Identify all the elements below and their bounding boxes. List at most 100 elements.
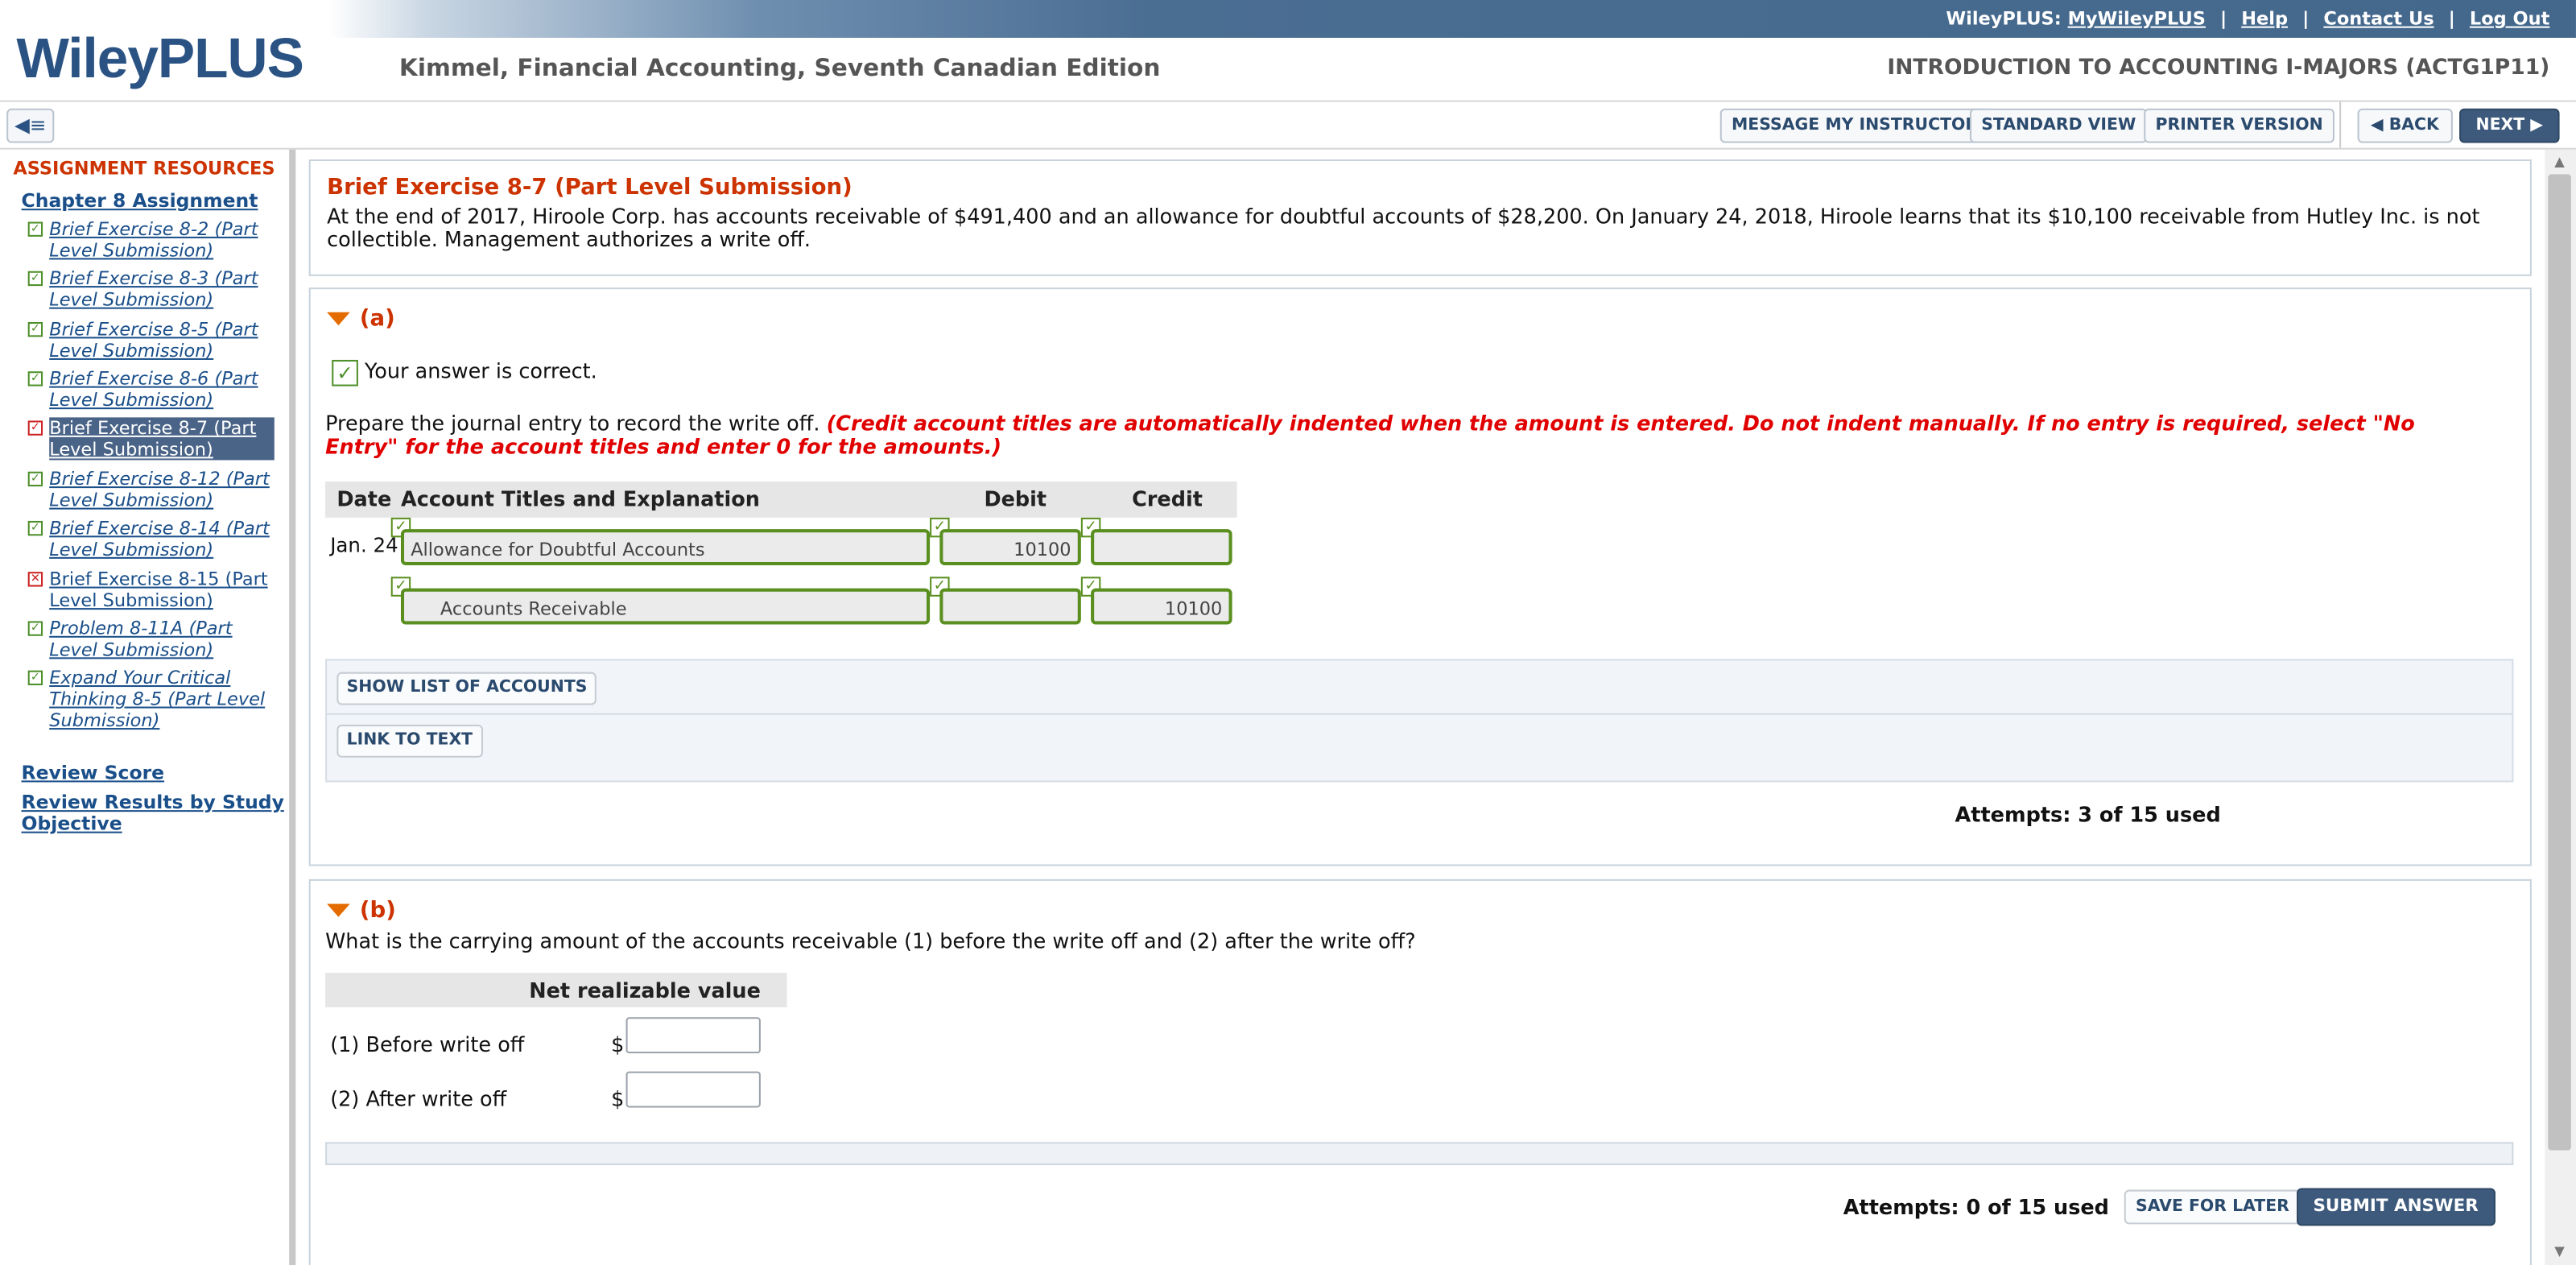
- sidebar-item-be-8-7[interactable]: ✓ Brief Exercise 8-7 (Part Level Submiss…: [27, 417, 275, 461]
- prompt-text: Prepare the journal entry to record the …: [325, 411, 820, 436]
- before-write-off-label: (1) Before write off: [330, 1031, 525, 1057]
- header-divider: [0, 100, 2576, 102]
- next-label: NEXT: [2475, 116, 2525, 135]
- entry-date: Jan. 24: [330, 534, 398, 557]
- link-separator: |: [2302, 8, 2310, 30]
- exercise-text: At the end of 2017, Hiroole Corp. has ac…: [327, 204, 2480, 252]
- show-list-of-accounts-button[interactable]: SHOW LIST OF ACCOUNTS: [336, 672, 597, 705]
- sidebar-item-be-8-12[interactable]: ✓ Brief Exercise 8-12 (Part Level Submis…: [27, 469, 275, 511]
- back-button[interactable]: ◀ BACK: [2357, 108, 2453, 143]
- log-out-link[interactable]: Log Out: [2470, 8, 2549, 30]
- submit-answer-button[interactable]: SUBMIT ANSWER: [2297, 1188, 2496, 1226]
- check-icon: ✓: [27, 321, 43, 337]
- col-debit: Debit: [984, 486, 1047, 511]
- course-title: INTRODUCTION TO ACCOUNTING I-MAJORS (ACT…: [1887, 56, 2550, 81]
- currency-symbol: $: [611, 1085, 625, 1111]
- credit-field[interactable]: 10100: [1091, 588, 1232, 625]
- part-a-header[interactable]: (a): [327, 305, 395, 333]
- chapter-assignment-link[interactable]: Chapter 8 Assignment: [22, 189, 258, 213]
- sidebar-item-label[interactable]: Expand Your Critical Thinking 8-5 (Part …: [49, 668, 275, 732]
- scrollbar-thumb[interactable]: [2548, 174, 2571, 1151]
- mywileyplus-link[interactable]: MyWileyPLUS: [2068, 8, 2206, 30]
- check-icon: ✓: [27, 371, 43, 387]
- tools-bar: SHOW LIST OF ACCOUNTS: [325, 659, 2514, 717]
- credit-field[interactable]: [1091, 529, 1232, 566]
- exercise-title: Brief Exercise 8-7 (Part Level Submissio…: [327, 174, 852, 200]
- caret-left-icon: ◀: [2370, 116, 2384, 135]
- check-icon: ✓: [27, 520, 43, 536]
- next-button[interactable]: NEXT ▶: [2459, 108, 2560, 143]
- account-title-field[interactable]: Allowance for Doubtful Accounts: [400, 529, 931, 566]
- sidebar-item-label[interactable]: Problem 8-11A (Part Level Submission): [49, 618, 275, 660]
- sidebar-item-p-8-11a[interactable]: ✓ Problem 8-11A (Part Level Submission): [27, 618, 275, 660]
- sidebar-item-label[interactable]: Brief Exercise 8-12 (Part Level Submissi…: [49, 469, 275, 511]
- collapse-triangle-icon: [327, 903, 350, 917]
- account-title-field[interactable]: Accounts Receivable: [400, 588, 931, 625]
- sidebar-item-label[interactable]: Brief Exercise 8-6 (Part Level Submissio…: [49, 368, 275, 411]
- debit-field[interactable]: 10100: [939, 529, 1081, 566]
- sidebar-item-be-8-5[interactable]: ✓ Brief Exercise 8-5 (Part Level Submiss…: [27, 319, 275, 362]
- collapse-triangle-icon: [327, 312, 350, 326]
- review-results-link[interactable]: Review Results by Study Objective: [22, 792, 285, 835]
- sidebar-item-be-8-3[interactable]: ✓ Brief Exercise 8-3 (Part Level Submiss…: [27, 268, 275, 311]
- attempts-count-a: Attempts: 3 of 15 used: [1955, 801, 2221, 827]
- help-link[interactable]: Help: [2241, 8, 2288, 30]
- sidebar-item-label[interactable]: Brief Exercise 8-2 (Part Level Submissio…: [49, 218, 275, 261]
- standard-view-button[interactable]: STANDARD VIEW: [1969, 108, 2148, 143]
- feedback-text: Your answer is correct.: [365, 358, 597, 383]
- link-to-text-button[interactable]: LINK TO TEXT: [336, 724, 483, 758]
- check-icon: ✓: [27, 670, 43, 686]
- toolbar-divider: [2339, 101, 2342, 148]
- assignment-resources-title: ASSIGNMENT RESOURCES: [13, 157, 275, 180]
- answer-feedback: ✓ Your answer is correct.: [332, 358, 597, 386]
- col-account: Account Titles and Explanation: [400, 486, 760, 511]
- part-b-label: (b): [359, 897, 396, 924]
- debit-field[interactable]: [939, 588, 1081, 625]
- before-write-off-input[interactable]: [625, 1017, 761, 1054]
- sidebar-item-be-8-6[interactable]: ✓ Brief Exercise 8-6 (Part Level Submiss…: [27, 368, 275, 411]
- after-write-off-label: (2) After write off: [330, 1085, 507, 1111]
- check-icon: ✓: [27, 471, 43, 487]
- nrv-table-header: Net realizable value: [325, 973, 787, 1008]
- x-icon: ✕: [27, 572, 43, 587]
- toolbar-divider-line: [0, 147, 2576, 150]
- col-credit: Credit: [1132, 486, 1203, 511]
- top-links: WileyPLUS: MyWileyPLUS | Help | Contact …: [1946, 8, 2549, 30]
- check-icon: ✓: [27, 420, 43, 436]
- wileyplus-logo[interactable]: WileyPLUS: [16, 28, 304, 93]
- sidebar-item-label[interactable]: Brief Exercise 8-3 (Part Level Submissio…: [49, 268, 275, 311]
- page: WileyPLUS: MyWileyPLUS | Help | Contact …: [0, 0, 2576, 1265]
- scroll-up-arrow-icon[interactable]: ▲: [2551, 155, 2567, 171]
- save-for-later-button[interactable]: SAVE FOR LATER: [2124, 1189, 2301, 1225]
- back-label: BACK: [2388, 116, 2439, 135]
- part-b-tools-bar: [325, 1142, 2514, 1165]
- sidebar-item-label[interactable]: Brief Exercise 8-15 (Part Level Submissi…: [49, 568, 275, 611]
- exercise-panel: Brief Exercise 8-7 (Part Level Submissio…: [308, 159, 2532, 276]
- sidebar-item-label[interactable]: Brief Exercise 8-14 (Part Level Submissi…: [49, 518, 275, 560]
- part-b-header[interactable]: (b): [327, 897, 396, 924]
- scroll-down-arrow-icon[interactable]: ▼: [2551, 1244, 2567, 1260]
- sidebar-item-label-selected[interactable]: Brief Exercise 8-7 (Part Level Submissio…: [49, 417, 275, 461]
- attempts-count-b: Attempts: 0 of 15 used: [1843, 1194, 2109, 1220]
- sidebar-item-be-8-15[interactable]: ✕ Brief Exercise 8-15 (Part Level Submis…: [27, 568, 275, 611]
- sidebar-splitter[interactable]: [289, 149, 296, 1265]
- wileyplus-prefix: WileyPLUS:: [1946, 8, 2062, 30]
- link-separator: |: [2448, 8, 2455, 30]
- sidebar-item-be-8-14[interactable]: ✓ Brief Exercise 8-14 (Part Level Submis…: [27, 518, 275, 560]
- journal-prompt: Prepare the journal entry to record the …: [325, 411, 2477, 458]
- check-icon: ✓: [27, 221, 43, 237]
- printer-version-button[interactable]: PRINTER VERSION: [2144, 108, 2335, 143]
- sidebar-collapse-icon: ◀≡: [14, 113, 47, 137]
- nrv-column-header: Net realizable value: [529, 978, 761, 1002]
- sidebar-item-be-8-2[interactable]: ✓ Brief Exercise 8-2 (Part Level Submiss…: [27, 218, 275, 261]
- check-icon: ✓: [27, 621, 43, 636]
- message-instructor-button[interactable]: MESSAGE MY INSTRUCTOR: [1719, 108, 1990, 143]
- sidebar-item-critical-thinking-8-5[interactable]: ✓ Expand Your Critical Thinking 8-5 (Par…: [27, 668, 275, 732]
- review-score-link[interactable]: Review Score: [22, 762, 285, 784]
- contact-us-link[interactable]: Contact Us: [2323, 8, 2434, 30]
- sidebar-item-label[interactable]: Brief Exercise 8-5 (Part Level Submissio…: [49, 319, 275, 362]
- after-write-off-input[interactable]: [625, 1071, 761, 1108]
- part-a-label: (a): [359, 305, 395, 333]
- col-date: Date: [336, 486, 392, 511]
- sidebar-toggle-button[interactable]: ◀≡: [6, 108, 55, 143]
